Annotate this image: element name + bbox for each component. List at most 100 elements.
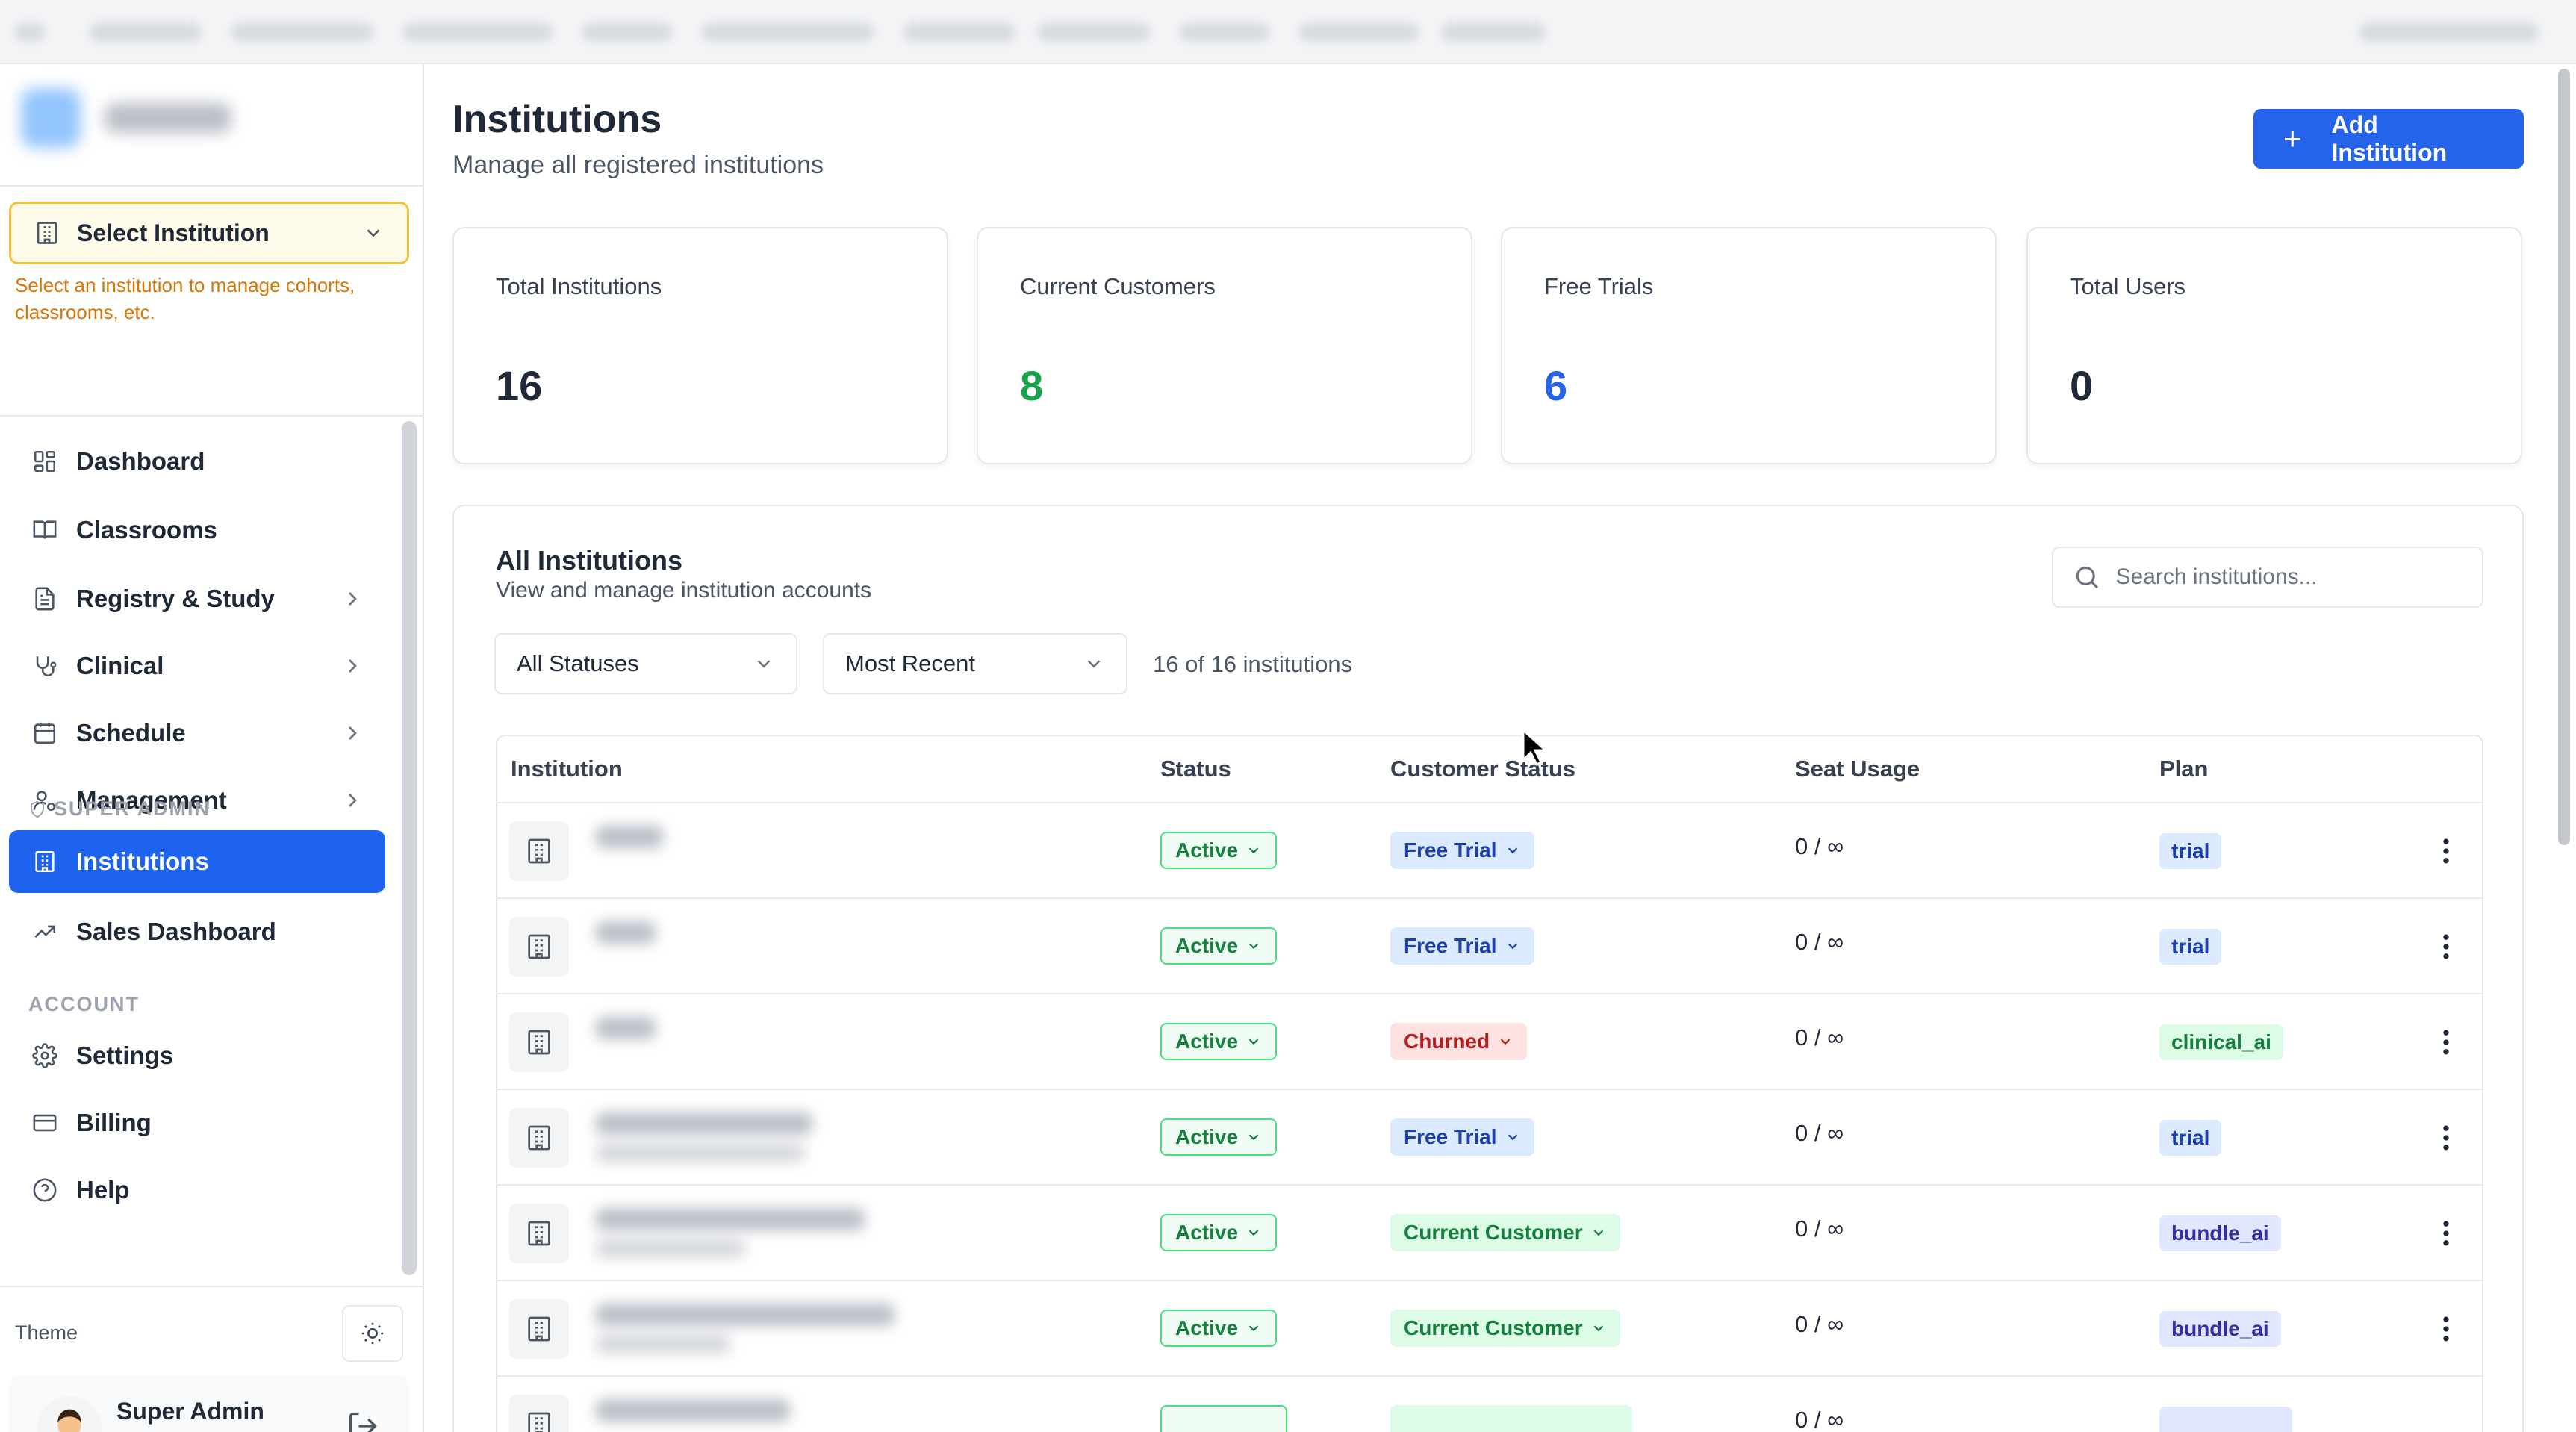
status-text: Active: [1175, 1221, 1239, 1244]
chevron-down-icon: [1508, 847, 1517, 854]
table-row[interactable]: Active Free Trial 0 / ∞ trial: [497, 1090, 2482, 1186]
document-icon: [30, 584, 60, 614]
stat-card-current-customers: Current Customers 8: [977, 227, 1472, 464]
column-header-seat-usage[interactable]: Seat Usage: [1795, 756, 1920, 782]
blurred-toolbar-item: [903, 22, 1015, 42]
status-filter-select[interactable]: All Statuses: [494, 633, 797, 694]
chevron-down-icon: [367, 229, 380, 237]
page-scrollbar[interactable]: [2558, 69, 2570, 845]
stat-value: 16: [496, 362, 543, 409]
chevron-right-icon: [349, 794, 357, 807]
nav-sales-dashboard[interactable]: Sales Dashboard: [9, 900, 385, 963]
customer-status-badge[interactable]: Current Customer: [1390, 1214, 1620, 1251]
institution-detail-blurred: [596, 1239, 745, 1257]
book-icon: [30, 515, 60, 545]
table-row[interactable]: Active Free Trial 0 / ∞ trial: [497, 899, 2482, 994]
nav-institutions[interactable]: Institutions: [9, 830, 385, 893]
logout-icon[interactable]: [346, 1410, 379, 1432]
gear-icon: [30, 1041, 60, 1071]
app-logo[interactable]: [21, 88, 81, 148]
search-box[interactable]: [2052, 547, 2483, 608]
more-actions-icon[interactable]: [2430, 1026, 2463, 1059]
building-icon: [509, 1395, 569, 1432]
customer-status-badge[interactable]: Churned: [1390, 1023, 1528, 1060]
search-input[interactable]: [2115, 564, 2463, 590]
plan-badge: bundle_ai: [2159, 1311, 2281, 1347]
nav-label: Settings: [76, 1042, 174, 1069]
nav-label: Sales Dashboard: [76, 918, 276, 945]
status-filter-value: All Statuses: [517, 650, 639, 676]
customer-status-text: Free Trial: [1404, 838, 1497, 862]
table-row[interactable]: 0 / ∞: [497, 1377, 2482, 1432]
nav-clinical[interactable]: Clinical: [9, 635, 385, 697]
status-badge[interactable]: Active: [1160, 1118, 1278, 1156]
nav-help[interactable]: Help: [9, 1159, 385, 1221]
account-section-label: ACCOUNT: [28, 993, 140, 1016]
stat-label: Total Institutions: [496, 273, 662, 299]
customer-status-badge[interactable]: Free Trial: [1390, 927, 1534, 965]
table-row[interactable]: Active Current Customer 0 / ∞ bundle_ai: [497, 1186, 2482, 1281]
institution-name-blurred: [596, 1399, 790, 1422]
table-row[interactable]: Active Churned 0 / ∞ clinical_ai: [497, 994, 2482, 1090]
status-text: Active: [1175, 1316, 1239, 1339]
select-institution-dropdown[interactable]: Select Institution: [9, 202, 409, 264]
customer-status-badge[interactable]: Free Trial: [1390, 832, 1534, 869]
nav-settings[interactable]: Settings: [9, 1024, 385, 1087]
theme-toggle-button[interactable]: [342, 1305, 403, 1362]
customer-status-text: Current Customer: [1404, 1221, 1583, 1244]
seat-usage: 0 / ∞: [1795, 833, 1844, 859]
more-actions-icon[interactable]: [2430, 930, 2463, 963]
chevron-right-icon: [349, 726, 357, 740]
more-actions-icon[interactable]: [2430, 1217, 2463, 1250]
column-header-institution[interactable]: Institution: [511, 756, 623, 782]
seat-usage: 0 / ∞: [1795, 1311, 1844, 1337]
blurred-toolbar-item: [1299, 22, 1419, 42]
chevron-down-icon: [1248, 943, 1259, 950]
table-row[interactable]: Active Current Customer 0 / ∞ bundle_ai: [497, 1281, 2482, 1377]
nav-dashboard[interactable]: Dashboard: [9, 430, 385, 493]
chevron-down-icon: [1508, 943, 1517, 950]
blurred-toolbar-item: [1038, 22, 1150, 42]
nav-schedule[interactable]: Schedule: [9, 702, 385, 765]
status-badge[interactable]: Active: [1160, 1310, 1278, 1347]
more-actions-icon[interactable]: [2430, 1313, 2463, 1345]
column-header-status[interactable]: Status: [1160, 756, 1231, 782]
user-card: Super Admin Super Admin: [9, 1375, 409, 1432]
chevron-down-icon: [1248, 1039, 1259, 1045]
stethoscope-icon: [30, 651, 60, 681]
status-badge[interactable]: Active: [1160, 832, 1278, 869]
calendar-icon: [30, 718, 60, 748]
nav-registry-study[interactable]: Registry & Study: [9, 567, 385, 630]
customer-status-badge[interactable]: Free Trial: [1390, 1118, 1534, 1156]
blurred-toolbar-item: [582, 22, 672, 42]
customer-status-badge[interactable]: [1390, 1405, 1632, 1432]
status-badge[interactable]: [1160, 1405, 1287, 1432]
chevron-down-icon: [757, 660, 771, 668]
chevron-down-icon: [1508, 1134, 1517, 1141]
nav-billing[interactable]: Billing: [9, 1092, 385, 1154]
table-row[interactable]: Active Free Trial 0 / ∞ trial: [497, 803, 2482, 899]
sort-select[interactable]: Most Recent: [823, 633, 1127, 694]
column-header-plan[interactable]: Plan: [2159, 756, 2208, 782]
status-text: Active: [1175, 934, 1239, 957]
seat-usage: 0 / ∞: [1795, 1024, 1844, 1050]
column-header-customer-status[interactable]: Customer Status: [1390, 756, 1575, 782]
add-institution-button[interactable]: + Add Institution: [2253, 109, 2524, 169]
more-actions-icon[interactable]: [2430, 1121, 2463, 1154]
chevron-down-icon: [1593, 1230, 1603, 1236]
status-badge[interactable]: Active: [1160, 1214, 1278, 1251]
status-badge[interactable]: Active: [1160, 1023, 1278, 1060]
page-title: Institutions: [452, 98, 662, 141]
customer-status-badge[interactable]: Current Customer: [1390, 1310, 1620, 1347]
sidebar-scrollbar[interactable]: [402, 421, 417, 1275]
nav-classrooms[interactable]: Classrooms: [9, 499, 385, 561]
more-actions-icon[interactable]: [2430, 835, 2463, 868]
select-institution-label: Select Institution: [77, 219, 270, 246]
results-count: 16 of 16 institutions: [1153, 651, 1353, 677]
page-subtitle: Manage all registered institutions: [452, 151, 824, 179]
institution-name-blurred: [596, 1304, 895, 1326]
trending-up-icon: [30, 917, 60, 947]
blurred-toolbar-item: [1180, 22, 1269, 42]
status-badge[interactable]: Active: [1160, 927, 1278, 965]
stat-card-total-institutions: Total Institutions 16: [452, 227, 948, 464]
